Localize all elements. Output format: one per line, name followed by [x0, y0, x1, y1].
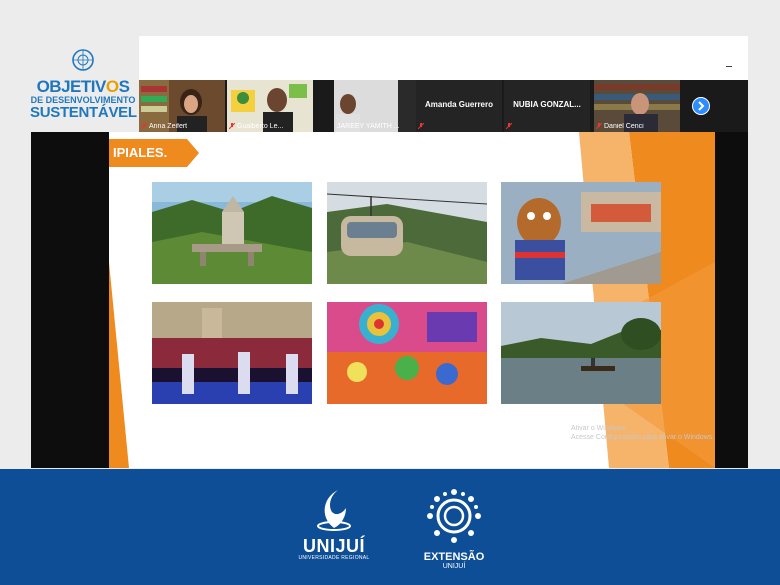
- extensao-logo: EXTENSÃO UNIJUÍ: [414, 486, 494, 570]
- participant-name: Anna Zeifert: [149, 123, 188, 130]
- watermark-line2: Acesse Configurações para ativar o Windo…: [571, 434, 715, 441]
- participant-name: JAREEY YAMITH ...: [337, 123, 400, 130]
- mic-muted-icon: [229, 123, 235, 129]
- participant-name-center: NUBIA GONZAL...: [513, 100, 581, 109]
- photo-mascot: [501, 182, 661, 284]
- mic-muted-icon: [141, 123, 147, 129]
- mic-muted-icon: [418, 123, 424, 129]
- unijui-logo: UNIJUÍ UNIVERSIDADE REGIONAL: [292, 488, 376, 568]
- watermark-line1: Ativar o Windows: [571, 425, 626, 432]
- photo-sanctuary: [152, 182, 312, 284]
- mic-muted-icon: [596, 123, 602, 129]
- footer-banner: [0, 469, 780, 585]
- participants-strip: Anna Zeifert Gualberto Le... JAREEY YAMI…: [139, 80, 748, 132]
- participant-tile[interactable]: Daniel Cenci: [594, 80, 680, 132]
- participant-name-center: Amanda Guerrero: [424, 100, 494, 109]
- participant-tile[interactable]: NUBIA GONZAL...: [504, 80, 590, 132]
- extensao-subtitle: UNIJUÍ: [442, 563, 466, 570]
- slide-title: IPIALES.: [113, 145, 168, 160]
- next-participants-button[interactable]: [692, 97, 710, 115]
- presentation-slide: IPIALES. Ativar o Windows Acesse Configu…: [109, 132, 715, 468]
- meeting-top-bar: [139, 36, 748, 80]
- unijui-emblem-icon: [317, 490, 351, 531]
- sdg-title: OBJETIVOS: [36, 77, 130, 96]
- participant-tile[interactable]: Anna Zeifert: [139, 80, 225, 132]
- extensao-wordmark: EXTENSÃO: [423, 551, 485, 563]
- minimize-icon[interactable]: [726, 66, 732, 67]
- slide-title-banner: IPIALES.: [109, 139, 199, 167]
- sdg-subtitle-2: SUSTENTÁVEL: [30, 104, 137, 121]
- photo-carnival: [327, 302, 487, 404]
- extensao-emblem-icon: [427, 489, 481, 543]
- meeting-window: Anna Zeifert Gualberto Le... JAREEY YAMI…: [31, 36, 748, 468]
- unijui-wordmark: UNIJUÍ: [302, 536, 365, 556]
- participant-tile[interactable]: JAREEY YAMITH ...: [334, 80, 420, 132]
- mic-muted-icon: [506, 123, 512, 129]
- shared-screen: IPIALES. Ativar o Windows Acesse Configu…: [31, 132, 748, 468]
- sdg-logo: OBJETIVOS DE DESENVOLVIMENTO SUSTENTÁVEL: [30, 48, 137, 124]
- unijui-subtitle: UNIVERSIDADE REGIONAL: [298, 555, 370, 561]
- participant-tile[interactable]: Gualberto Le...: [227, 80, 313, 132]
- participant-tile[interactable]: Amanda Guerrero: [416, 80, 502, 132]
- photo-cable-car: [327, 182, 487, 284]
- participant-name: Gualberto Le...: [237, 123, 284, 130]
- chevron-right-icon: [698, 101, 705, 111]
- photo-lagoon: [501, 302, 661, 404]
- un-emblem-icon: [72, 49, 94, 71]
- activate-windows-watermark: Ativar o Windows Acesse Configurações pa…: [571, 424, 714, 442]
- participant-name: Daniel Cenci: [604, 123, 644, 130]
- photo-concert: [152, 302, 312, 404]
